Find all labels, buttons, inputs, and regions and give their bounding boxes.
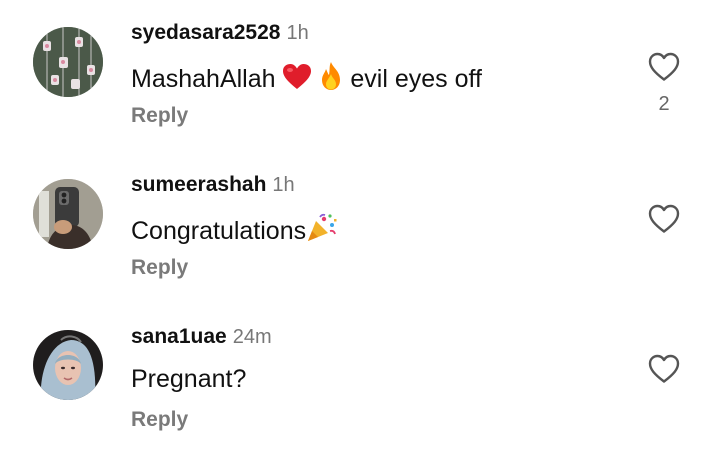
red-heart-emoji-icon	[282, 63, 312, 98]
username-link[interactable]: sumeerashah	[131, 173, 266, 196]
reply-button[interactable]: Reply	[131, 256, 188, 280]
timestamp: 24m	[232, 326, 272, 348]
username-link[interactable]: syedasara2528	[131, 21, 280, 44]
comment-text-body: Congratulations	[131, 217, 307, 245]
comment-text: Congratulations	[131, 213, 338, 250]
comment-text: Pregnant?	[131, 365, 246, 394]
comment-text-body: Pregnant?	[131, 365, 247, 393]
comment-meta: sana1uae 24m	[131, 325, 272, 349]
like-heart-icon[interactable]	[648, 204, 680, 234]
comment-item: sumeerashah 1h Congratulations Reply	[0, 152, 720, 292]
timestamp: 1h	[272, 174, 295, 196]
comment-meta: syedasara2528 1h	[131, 21, 309, 45]
reply-button[interactable]: Reply	[131, 408, 188, 432]
party-popper-emoji-icon	[306, 213, 338, 250]
comment-text: MashahAllah evil eyes off	[131, 61, 482, 98]
like-heart-icon[interactable]	[648, 354, 680, 384]
comment-text-body: MashahAllah	[131, 65, 276, 93]
avatar[interactable]	[33, 330, 103, 400]
comment-item: sana1uae 24m Pregnant? Reply	[0, 304, 720, 444]
timestamp: 1h	[286, 22, 309, 44]
comment-text-tail: evil eyes off	[350, 65, 482, 93]
comment-meta: sumeerashah 1h	[131, 173, 295, 197]
fire-emoji-icon	[319, 61, 343, 98]
avatar[interactable]	[33, 27, 103, 97]
username-link[interactable]: sana1uae	[131, 325, 227, 348]
reply-button[interactable]: Reply	[131, 104, 188, 128]
comment-item: syedasara2528 1h MashahAllah evil eyes of…	[0, 0, 720, 140]
avatar[interactable]	[33, 179, 103, 249]
like-heart-icon[interactable]	[648, 52, 680, 82]
like-count: 2	[658, 93, 670, 115]
